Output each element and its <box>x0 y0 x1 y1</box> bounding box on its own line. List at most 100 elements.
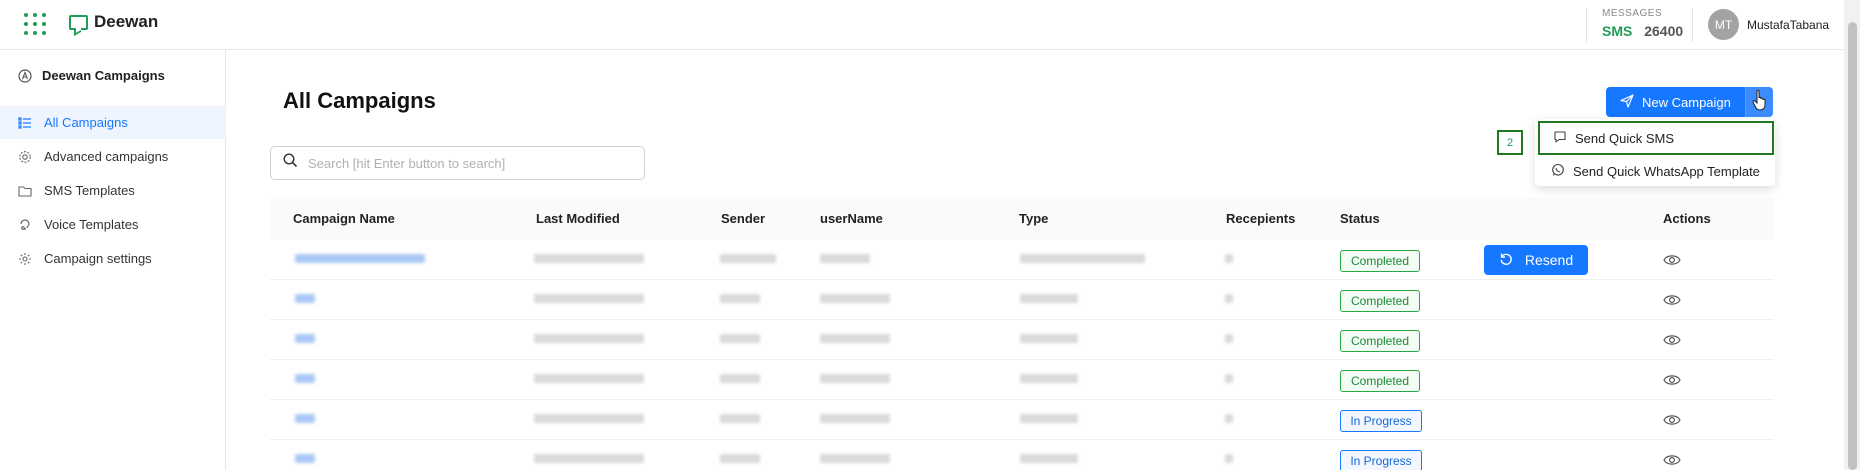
header-divider <box>1586 8 1587 42</box>
username-cell <box>820 334 890 343</box>
view-eye-icon[interactable] <box>1663 333 1681 347</box>
search-box[interactable] <box>270 146 645 180</box>
type-cell <box>1020 414 1078 423</box>
view-eye-icon[interactable] <box>1663 453 1681 467</box>
last-modified-cell <box>534 374 644 383</box>
sidebar-title: Deewan Campaigns <box>18 68 165 83</box>
page-title: All Campaigns <box>283 88 436 113</box>
messages-label: MESSAGES <box>1602 8 1663 19</box>
sender-cell <box>720 294 760 303</box>
menu-item-send-quick-whatsapp-template[interactable]: Send Quick WhatsApp Template <box>1535 156 1775 186</box>
apps-grid-icon[interactable] <box>24 13 46 35</box>
table-row[interactable]: Completed <box>270 280 1774 320</box>
sender-cell <box>720 374 760 383</box>
table-row[interactable]: Completed <box>270 320 1774 360</box>
type-cell <box>1020 334 1078 343</box>
last-modified-cell <box>534 334 644 343</box>
status-badge: Completed <box>1340 330 1420 352</box>
status-badge: Completed <box>1340 290 1420 312</box>
menu-item-label: Send Quick SMS <box>1575 130 1674 146</box>
recepients-cell <box>1225 294 1233 303</box>
recepients-cell <box>1225 454 1233 463</box>
menu-item-send-quick-sms[interactable]: Send Quick SMS <box>1538 121 1774 155</box>
recepients-cell <box>1225 254 1233 263</box>
view-eye-icon[interactable] <box>1663 293 1681 307</box>
user-menu[interactable]: MT MustafaTabana <box>1708 9 1829 40</box>
column-header-username[interactable]: userName <box>820 211 883 226</box>
new-campaign-label: New Campaign <box>1642 94 1731 110</box>
resend-label: Resend <box>1524 252 1574 268</box>
chat-icon <box>1553 130 1567 147</box>
sidebar-item-label: SMS Templates <box>44 183 135 198</box>
table-row[interactable]: Completed <box>270 360 1774 400</box>
sidebar-title-label: Deewan Campaigns <box>42 68 165 83</box>
sidebar-item-campaign-settings[interactable]: Campaign settings <box>0 242 226 275</box>
column-header-campaign-name[interactable]: Campaign Name <box>293 211 395 226</box>
table-header: Campaign Name Last Modified Sender userN… <box>270 197 1774 240</box>
new-campaign-dropdown-toggle[interactable] <box>1745 87 1773 117</box>
column-header-status[interactable]: Status <box>1340 211 1380 226</box>
column-header-sender[interactable]: Sender <box>721 211 765 226</box>
campaigns-table: Campaign Name Last Modified Sender userN… <box>270 197 1774 470</box>
sender-cell <box>720 334 760 343</box>
last-modified-cell <box>534 294 644 303</box>
column-header-last-modified[interactable]: Last Modified <box>536 211 620 226</box>
top-header: Deewan MESSAGES SMS 26400 MT MustafaTaba… <box>0 0 1844 50</box>
username-cell <box>820 254 870 263</box>
search-icon <box>283 153 298 173</box>
column-header-recepients[interactable]: Recepients <box>1226 211 1295 226</box>
view-eye-icon[interactable] <box>1663 373 1681 387</box>
campaign-name-cell[interactable] <box>295 334 315 343</box>
sender-cell <box>720 414 760 423</box>
recepients-cell <box>1225 414 1233 423</box>
resend-button[interactable]: Resend <box>1484 245 1588 275</box>
brand-logo[interactable]: Deewan <box>69 12 158 32</box>
sidebar-item-advanced-campaigns[interactable]: Advanced campaigns <box>0 140 226 173</box>
username-cell <box>820 454 890 463</box>
sender-cell <box>720 454 760 463</box>
sms-label: SMS <box>1602 23 1633 39</box>
sidebar-item-label: Voice Templates <box>44 217 139 232</box>
sidebar-item-label: All Campaigns <box>44 115 128 130</box>
folder-icon <box>18 184 32 198</box>
recepients-cell <box>1225 374 1233 383</box>
sidebar-item-label: Campaign settings <box>44 251 152 266</box>
search-input[interactable] <box>308 155 628 171</box>
type-cell <box>1020 454 1078 463</box>
campaign-name-cell[interactable] <box>295 414 315 423</box>
new-campaign-dropdown-menu: Send Quick SMS Send Quick WhatsApp Templ… <box>1535 119 1775 186</box>
new-campaign-button-group[interactable]: New Campaign <box>1606 87 1773 117</box>
type-cell <box>1020 294 1078 303</box>
table-row[interactable]: In Progress <box>270 400 1774 440</box>
campaign-name-cell[interactable] <box>295 374 315 383</box>
sms-count: 26400 <box>1644 23 1684 39</box>
status-badge: In Progress <box>1340 410 1422 432</box>
refresh-icon <box>1499 252 1513 269</box>
sidebar: Deewan Campaigns All Campaigns Advanced … <box>0 50 226 470</box>
view-eye-icon[interactable] <box>1663 253 1681 267</box>
status-badge: Completed <box>1340 370 1420 392</box>
view-eye-icon[interactable] <box>1663 413 1681 427</box>
campaign-name-cell[interactable] <box>295 254 425 263</box>
sidebar-item-voice-templates[interactable]: Voice Templates <box>0 208 226 241</box>
page-scrollbar-thumb[interactable] <box>1848 22 1857 470</box>
header-divider <box>1692 8 1693 42</box>
column-header-type[interactable]: Type <box>1019 211 1048 226</box>
sender-cell <box>720 254 776 263</box>
sidebar-item-sms-templates[interactable]: SMS Templates <box>0 174 226 207</box>
brand-name: Deewan <box>94 12 159 31</box>
campaign-name-cell[interactable] <box>295 454 315 463</box>
table-row[interactable]: Completed Resend <box>270 240 1774 280</box>
gear-icon <box>18 252 32 266</box>
sidebar-item-all-campaigns[interactable]: All Campaigns <box>0 106 226 139</box>
sidebar-item-label: Advanced campaigns <box>44 149 169 164</box>
new-campaign-button[interactable]: New Campaign <box>1606 87 1745 117</box>
last-modified-cell <box>534 254 644 263</box>
campaign-name-cell[interactable] <box>295 294 315 303</box>
table-row[interactable]: In Progress <box>270 440 1774 470</box>
avatar[interactable]: MT <box>1708 9 1739 40</box>
messages-counter: MESSAGES SMS 26400 <box>1602 8 1683 39</box>
type-cell <box>1020 254 1145 263</box>
type-cell <box>1020 374 1078 383</box>
username[interactable]: MustafaTabana <box>1747 18 1829 32</box>
